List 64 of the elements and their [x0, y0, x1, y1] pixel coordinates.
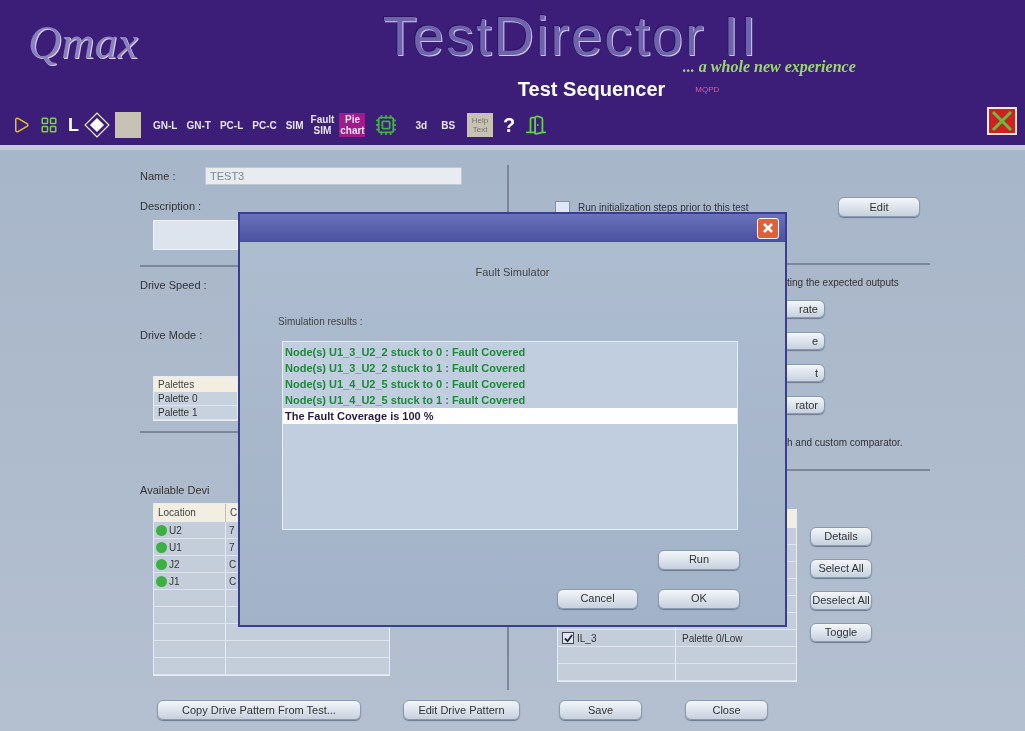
column-header: Location [154, 504, 226, 522]
close-button[interactable] [757, 217, 779, 239]
button[interactable]: Copy Drive Pattern From Test... [157, 700, 361, 720]
button[interactable]: rate [787, 300, 825, 318]
button[interactable]: Select All [810, 559, 872, 578]
toolbar-button[interactable]: PC-C [250, 119, 279, 131]
field-label: Description : [140, 199, 202, 213]
description-field[interactable] [153, 220, 238, 250]
result-row[interactable]: The Fault Coverage is 100 % [283, 407, 737, 424]
table-cell-text: C [229, 557, 237, 572]
table-cell-text: J2 [169, 557, 180, 572]
section-label: Available Devi [140, 483, 210, 497]
close-icon [762, 222, 774, 234]
toolbar-button[interactable]: PC-L [217, 119, 246, 131]
grid-icon[interactable] [40, 116, 58, 134]
exit-door-icon[interactable] [525, 114, 548, 136]
button[interactable]: Run [658, 549, 740, 570]
toolbar-button[interactable]: BS [439, 119, 458, 131]
table-cell-text: U2 [169, 523, 182, 538]
button[interactable]: rator [787, 396, 825, 414]
button[interactable]: Close [685, 700, 768, 720]
help-button[interactable]: ? [503, 110, 516, 140]
table-cell-text: IL_3 [577, 631, 597, 646]
button[interactable]: Cancel [557, 588, 638, 609]
toolbar-button[interactable]: 3d [413, 119, 430, 131]
field-label: Name : [140, 168, 177, 184]
close-icon[interactable] [987, 107, 1017, 135]
list-item[interactable]: Palette 0 [154, 392, 237, 406]
section-label: Simulation results : [278, 314, 364, 329]
info-text: h and custom comparator. [787, 436, 903, 450]
table-cell-text: 7 [229, 523, 235, 538]
list-item[interactable]: Palette 1 [154, 406, 237, 420]
version-code: MQPD [695, 84, 720, 96]
table-cell-text: C [229, 574, 237, 589]
table-cell-text: U1 [169, 540, 182, 555]
toolbar-button[interactable]: Pie chart [339, 113, 366, 137]
button[interactable]: Details [810, 527, 872, 546]
toolbar-button[interactable]: Fault SIM [310, 114, 335, 136]
column-header: Palettes [154, 377, 237, 392]
app-logo: Qmax [28, 18, 138, 68]
info-text: ting the expected outputs [787, 276, 899, 290]
button[interactable]: Save [559, 700, 642, 720]
button[interactable]: t [787, 364, 825, 382]
table-cell-text: 7 [229, 540, 235, 555]
field-label: Drive Mode : [140, 328, 203, 342]
toolbar-button[interactable]: GN-T [184, 119, 213, 131]
table-cell-text: Palette 0/Low [682, 631, 743, 646]
app-subtitle: Test Sequencer [517, 78, 666, 100]
circuit-board-icon[interactable] [375, 114, 398, 136]
button[interactable]: Edit Drive Pattern [403, 700, 520, 720]
dialog-heading: Fault Simulator [475, 265, 550, 280]
checkbox[interactable] [562, 632, 574, 644]
run-arrow-icon[interactable] [12, 116, 30, 134]
toolbar-button[interactable]: SIM [283, 119, 306, 131]
field-label: Drive Speed : [140, 278, 207, 292]
button[interactable]: OK [658, 588, 740, 609]
button[interactable]: Deselect All [810, 591, 872, 610]
button[interactable]: e [787, 332, 825, 350]
table-cell-text: J1 [169, 574, 180, 589]
edit-button[interactable]: Edit [838, 197, 920, 217]
checkbox-label: Run initialization steps prior to this test [578, 200, 750, 215]
toolbar-button[interactable]: GN-L [151, 119, 180, 131]
button[interactable]: Toggle [810, 623, 872, 642]
toolbar-button[interactable]: L [68, 111, 79, 139]
